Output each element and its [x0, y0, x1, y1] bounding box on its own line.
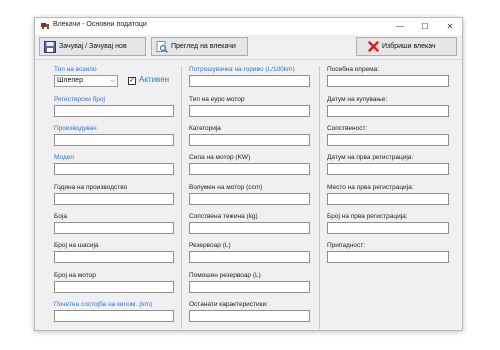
- purchase-date-label: Датум на купување:: [327, 96, 388, 103]
- special-equipment-label: Посебна опрема:: [327, 66, 380, 73]
- special-equipment-field[interactable]: [327, 75, 449, 87]
- browse-button[interactable]: Преглед на влекачи: [151, 37, 248, 56]
- ownership-field[interactable]: [327, 134, 449, 146]
- ownership-label: Сопственост:: [327, 125, 368, 132]
- own-weight-field[interactable]: [189, 222, 310, 234]
- color-field[interactable]: [54, 222, 174, 234]
- fuel-consumption-field[interactable]: [189, 75, 310, 87]
- save-button-label: Зачувај / Зачувај нов: [59, 43, 127, 50]
- chassis-label: Број на шасија: [54, 242, 99, 249]
- manufacturer-label: Производувач: [54, 125, 97, 132]
- first-registration-number-field[interactable]: [327, 222, 449, 234]
- model-label: Модел: [54, 154, 74, 161]
- engine-number-field[interactable]: [54, 281, 174, 293]
- year-label: Година на производство: [54, 184, 128, 191]
- engine-power-label: Сила на мотор (KW): [189, 154, 251, 161]
- first-registration-place-label: Место на прва регистрација:: [327, 184, 414, 191]
- close-button[interactable]: ✕: [438, 18, 462, 35]
- first-registration-date-label: Датум на прва регистрација:: [327, 154, 414, 161]
- title-bar: Влекачи - Основни податоци — ☐ ✕: [35, 18, 462, 35]
- aux-tank-label: Помошен резервоар (L): [189, 272, 261, 279]
- tank-field[interactable]: [189, 251, 310, 263]
- odometer-label: Почетна состојба на килом. (km): [54, 301, 153, 308]
- euro-engine-label: Тип на еуро мотор: [189, 96, 245, 103]
- first-registration-number-label: Број на прва регистрација:: [327, 213, 408, 220]
- vehicle-type-label: Тип на возило: [54, 66, 97, 73]
- delete-x-icon: [368, 41, 379, 52]
- delete-button[interactable]: Избриши влекач: [356, 37, 457, 56]
- engine-volume-label: Волумен на мотор (ccm): [189, 184, 263, 191]
- color-label: Боја: [54, 213, 67, 220]
- engine-power-field[interactable]: [189, 163, 310, 175]
- first-registration-place-field[interactable]: [327, 193, 449, 205]
- fuel-consumption-label: Потрошувачка на гориво (L/100km): [189, 66, 295, 73]
- own-weight-label: Сопствена тежина (kg): [189, 213, 258, 220]
- vehicle-type-value: Шлепер: [57, 77, 83, 84]
- other-specs-label: Останати карактеристики:: [189, 301, 268, 308]
- category-label: Категорија: [189, 125, 221, 132]
- window-title: Влекачи - Основни податоци: [53, 21, 147, 28]
- other-specs-field[interactable]: [189, 310, 310, 322]
- affiliation-label: Припадност:: [327, 242, 366, 249]
- odometer-field[interactable]: [54, 310, 174, 322]
- chassis-field[interactable]: [54, 251, 174, 263]
- main-window: Влекачи - Основни податоци — ☐ ✕ Зачувај…: [34, 17, 463, 331]
- maximize-button[interactable]: ☐: [413, 18, 437, 35]
- chevron-down-icon: ⌵: [110, 78, 115, 84]
- document-search-icon: [156, 40, 168, 53]
- year-field[interactable]: [54, 193, 174, 205]
- category-field[interactable]: [189, 134, 310, 146]
- active-checkbox[interactable]: ✓: [128, 77, 136, 85]
- minimize-button[interactable]: —: [388, 18, 412, 35]
- first-registration-date-field[interactable]: [327, 163, 449, 175]
- aux-tank-field[interactable]: [189, 281, 310, 293]
- manufacturer-field[interactable]: [54, 134, 174, 146]
- purchase-date-field[interactable]: [327, 105, 449, 117]
- engine-number-label: Број на мотор: [54, 272, 96, 279]
- model-field[interactable]: [54, 163, 174, 175]
- euro-engine-field[interactable]: [189, 105, 310, 117]
- toolbar: Зачувај / Зачувај нов Преглед на влекачи…: [35, 35, 462, 60]
- floppy-disk-icon: [44, 40, 56, 53]
- registration-label: Регистерски број: [54, 96, 105, 103]
- save-button[interactable]: Зачувај / Зачувај нов: [39, 37, 146, 56]
- engine-volume-field[interactable]: [189, 193, 310, 205]
- column-separator: [319, 66, 320, 329]
- delete-button-label: Избриши влекач: [382, 43, 436, 50]
- active-checkbox-label: Активен: [139, 75, 170, 84]
- registration-field[interactable]: [54, 105, 174, 117]
- tank-label: Резервоар (L): [189, 242, 231, 249]
- browse-button-label: Преглед на влекачи: [171, 43, 236, 50]
- column-separator: [181, 66, 182, 329]
- truck-icon: [41, 23, 49, 29]
- affiliation-field[interactable]: [327, 251, 449, 263]
- vehicle-type-select[interactable]: Шлепер ⌵: [54, 75, 118, 87]
